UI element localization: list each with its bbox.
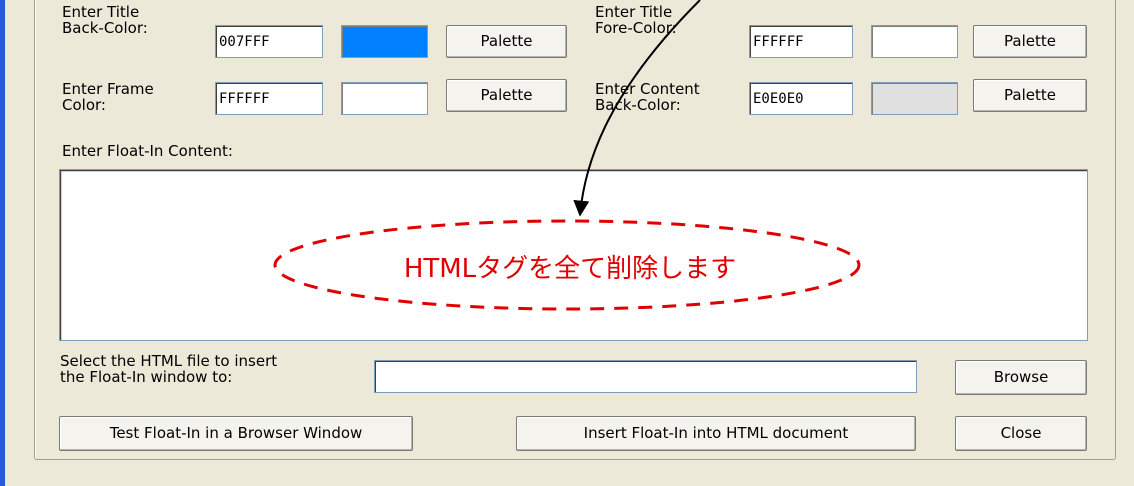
annotation-arrow [573, 0, 701, 217]
annotation-overlay [273, 0, 861, 311]
annotation-text: HTMLタグを全て削除します [403, 254, 737, 284]
